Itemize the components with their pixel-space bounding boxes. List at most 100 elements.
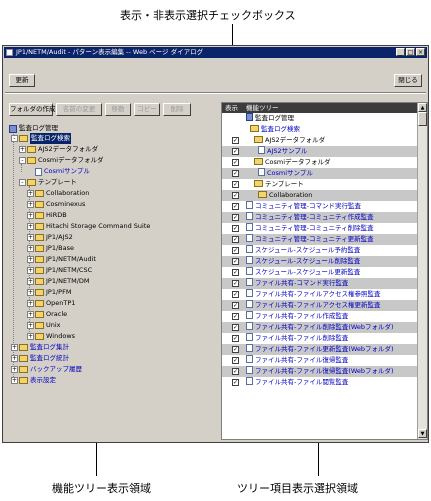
expand-icon[interactable]: + — [27, 311, 34, 318]
scroll-up-arrow-icon[interactable]: ▲ — [418, 103, 427, 112]
tree-item[interactable]: + Oracle — [27, 309, 67, 320]
document-icon — [258, 168, 265, 176]
tree-item[interactable]: + JP1/NETM/Audit — [27, 254, 96, 265]
tree-item[interactable]: - 監査ログ検索 — [11, 133, 71, 144]
folder-icon — [35, 311, 44, 318]
tree-item[interactable]: + 監査ログ集計 — [11, 342, 69, 353]
folder-icon — [35, 201, 44, 208]
expand-icon[interactable]: - — [19, 179, 26, 186]
expand-icon[interactable]: + — [27, 223, 34, 230]
expand-icon[interactable]: + — [19, 146, 26, 153]
tree-item-row: ✓ テンプレート — [232, 180, 304, 188]
tree-item[interactable]: + AJS2データフォルダ — [19, 144, 98, 155]
display-checkbox[interactable]: ✓ — [232, 379, 239, 386]
minimize-button[interactable]: _ — [396, 48, 405, 56]
tree-item[interactable]: + HiRDB — [27, 210, 67, 221]
expand-icon[interactable]: + — [27, 278, 34, 285]
expand-icon[interactable]: + — [27, 256, 34, 263]
display-checkbox[interactable]: ✓ — [232, 335, 239, 342]
app-icon — [6, 49, 13, 56]
tree-item[interactable]: + 表示設定 — [11, 375, 56, 386]
copy-button[interactable]: コピー — [134, 103, 160, 116]
tree-item[interactable]: Cosmiサンプル — [35, 166, 90, 177]
display-checkbox[interactable]: ✓ — [232, 368, 239, 375]
expand-icon[interactable]: + — [11, 377, 18, 384]
document-icon — [246, 377, 253, 385]
close-button[interactable]: 閉じる — [394, 74, 422, 87]
display-checkbox[interactable]: ✓ — [232, 324, 239, 331]
expand-icon[interactable]: + — [27, 190, 34, 197]
expand-icon[interactable]: + — [11, 366, 18, 373]
tree-item[interactable]: + JP1/AJS2 — [27, 232, 73, 243]
folder-icon — [35, 212, 44, 219]
folder-icon — [250, 125, 259, 132]
expand-icon[interactable]: + — [27, 212, 34, 219]
expand-icon[interactable]: + — [27, 267, 34, 274]
display-checkbox[interactable]: ✓ — [232, 137, 239, 144]
tree-item[interactable]: - テンプレート — [19, 177, 77, 188]
expand-icon[interactable]: - — [11, 135, 18, 142]
expand-icon[interactable]: + — [11, 344, 18, 351]
display-checkbox[interactable]: ✓ — [232, 313, 239, 320]
display-checkbox[interactable]: ✓ — [232, 159, 239, 166]
document-icon — [246, 201, 253, 209]
tree-item[interactable]: + OpenTP1 — [27, 298, 75, 309]
display-checkbox[interactable]: ✓ — [232, 346, 239, 353]
expand-icon[interactable]: - — [19, 157, 26, 164]
tree-item[interactable]: + Cosminexus — [27, 199, 85, 210]
move-button[interactable]: 移動 — [105, 103, 131, 116]
tree-item[interactable]: + JP1/NETM/CSC — [27, 265, 92, 276]
display-checkbox[interactable]: ✓ — [232, 258, 239, 265]
tree-item[interactable]: - Cosmiデータフォルダ — [19, 155, 104, 166]
display-checkbox[interactable]: ✓ — [232, 214, 239, 221]
update-button[interactable]: 更新 — [9, 74, 35, 87]
document-icon — [246, 344, 253, 352]
tree-item[interactable]: + Unix — [27, 320, 61, 331]
display-checkbox[interactable]: ✓ — [232, 269, 239, 276]
folder-icon — [35, 234, 44, 241]
delete-button[interactable]: 削除 — [163, 103, 191, 116]
expand-icon[interactable]: + — [27, 245, 34, 252]
document-icon — [246, 223, 253, 231]
display-checkbox[interactable]: ✓ — [232, 192, 239, 199]
display-checkbox[interactable]: ✓ — [232, 291, 239, 298]
create-folder-button[interactable]: フォルダの作成 — [9, 103, 56, 116]
expand-icon[interactable]: + — [27, 234, 34, 241]
tree-item[interactable]: + 監査ログ統計 — [11, 353, 69, 364]
rename-button[interactable]: 名前の変更 — [56, 103, 102, 116]
tree-item[interactable]: + JP1/NETM/DM — [27, 276, 90, 287]
window-close-button[interactable]: × — [416, 48, 425, 56]
tree-item[interactable]: + JP1/PFM — [27, 287, 71, 298]
expand-icon[interactable]: + — [27, 289, 34, 296]
display-checkbox[interactable]: ✓ — [232, 302, 239, 309]
document-icon — [246, 300, 253, 308]
expand-icon[interactable]: + — [27, 300, 34, 307]
display-checkbox[interactable]: ✓ — [232, 148, 239, 155]
display-checkbox[interactable]: ✓ — [232, 357, 239, 364]
expand-icon[interactable]: + — [27, 333, 34, 340]
tree-item[interactable]: + Windows — [27, 331, 75, 342]
document-icon — [246, 355, 253, 363]
folder-icon — [19, 377, 28, 384]
scroll-down-arrow-icon[interactable]: ▼ — [418, 429, 427, 438]
display-checkbox[interactable]: ✓ — [232, 236, 239, 243]
expand-icon[interactable]: + — [11, 355, 18, 362]
scroll-thumb[interactable] — [418, 112, 427, 126]
display-checkbox[interactable]: ✓ — [232, 247, 239, 254]
tree-item-row: ✓ ファイル共有-ファイル削除監査 — [232, 333, 349, 342]
title-bar: JP1/NETM/Audit - パターン表示編集 -- Web ページ ダイア… — [4, 47, 427, 58]
document-icon — [35, 167, 42, 176]
display-checkbox[interactable]: ✓ — [232, 203, 239, 210]
expand-icon[interactable]: + — [27, 322, 34, 329]
tree-item[interactable]: + Collaboration — [27, 188, 89, 199]
tree-item[interactable]: + JP1/Base — [27, 243, 74, 254]
maximize-button[interactable]: □ — [406, 48, 415, 56]
display-checkbox[interactable]: ✓ — [232, 170, 239, 177]
display-checkbox[interactable]: ✓ — [232, 225, 239, 232]
display-checkbox[interactable]: ✓ — [232, 280, 239, 287]
display-checkbox[interactable]: ✓ — [232, 181, 239, 188]
tree-item[interactable]: + Hitachi Storage Command Suite — [27, 221, 150, 232]
tree-item[interactable]: + バックアップ履歴 — [11, 364, 82, 375]
vertical-scrollbar[interactable]: ▲ ▼ — [417, 103, 427, 439]
expand-icon[interactable]: + — [27, 201, 34, 208]
